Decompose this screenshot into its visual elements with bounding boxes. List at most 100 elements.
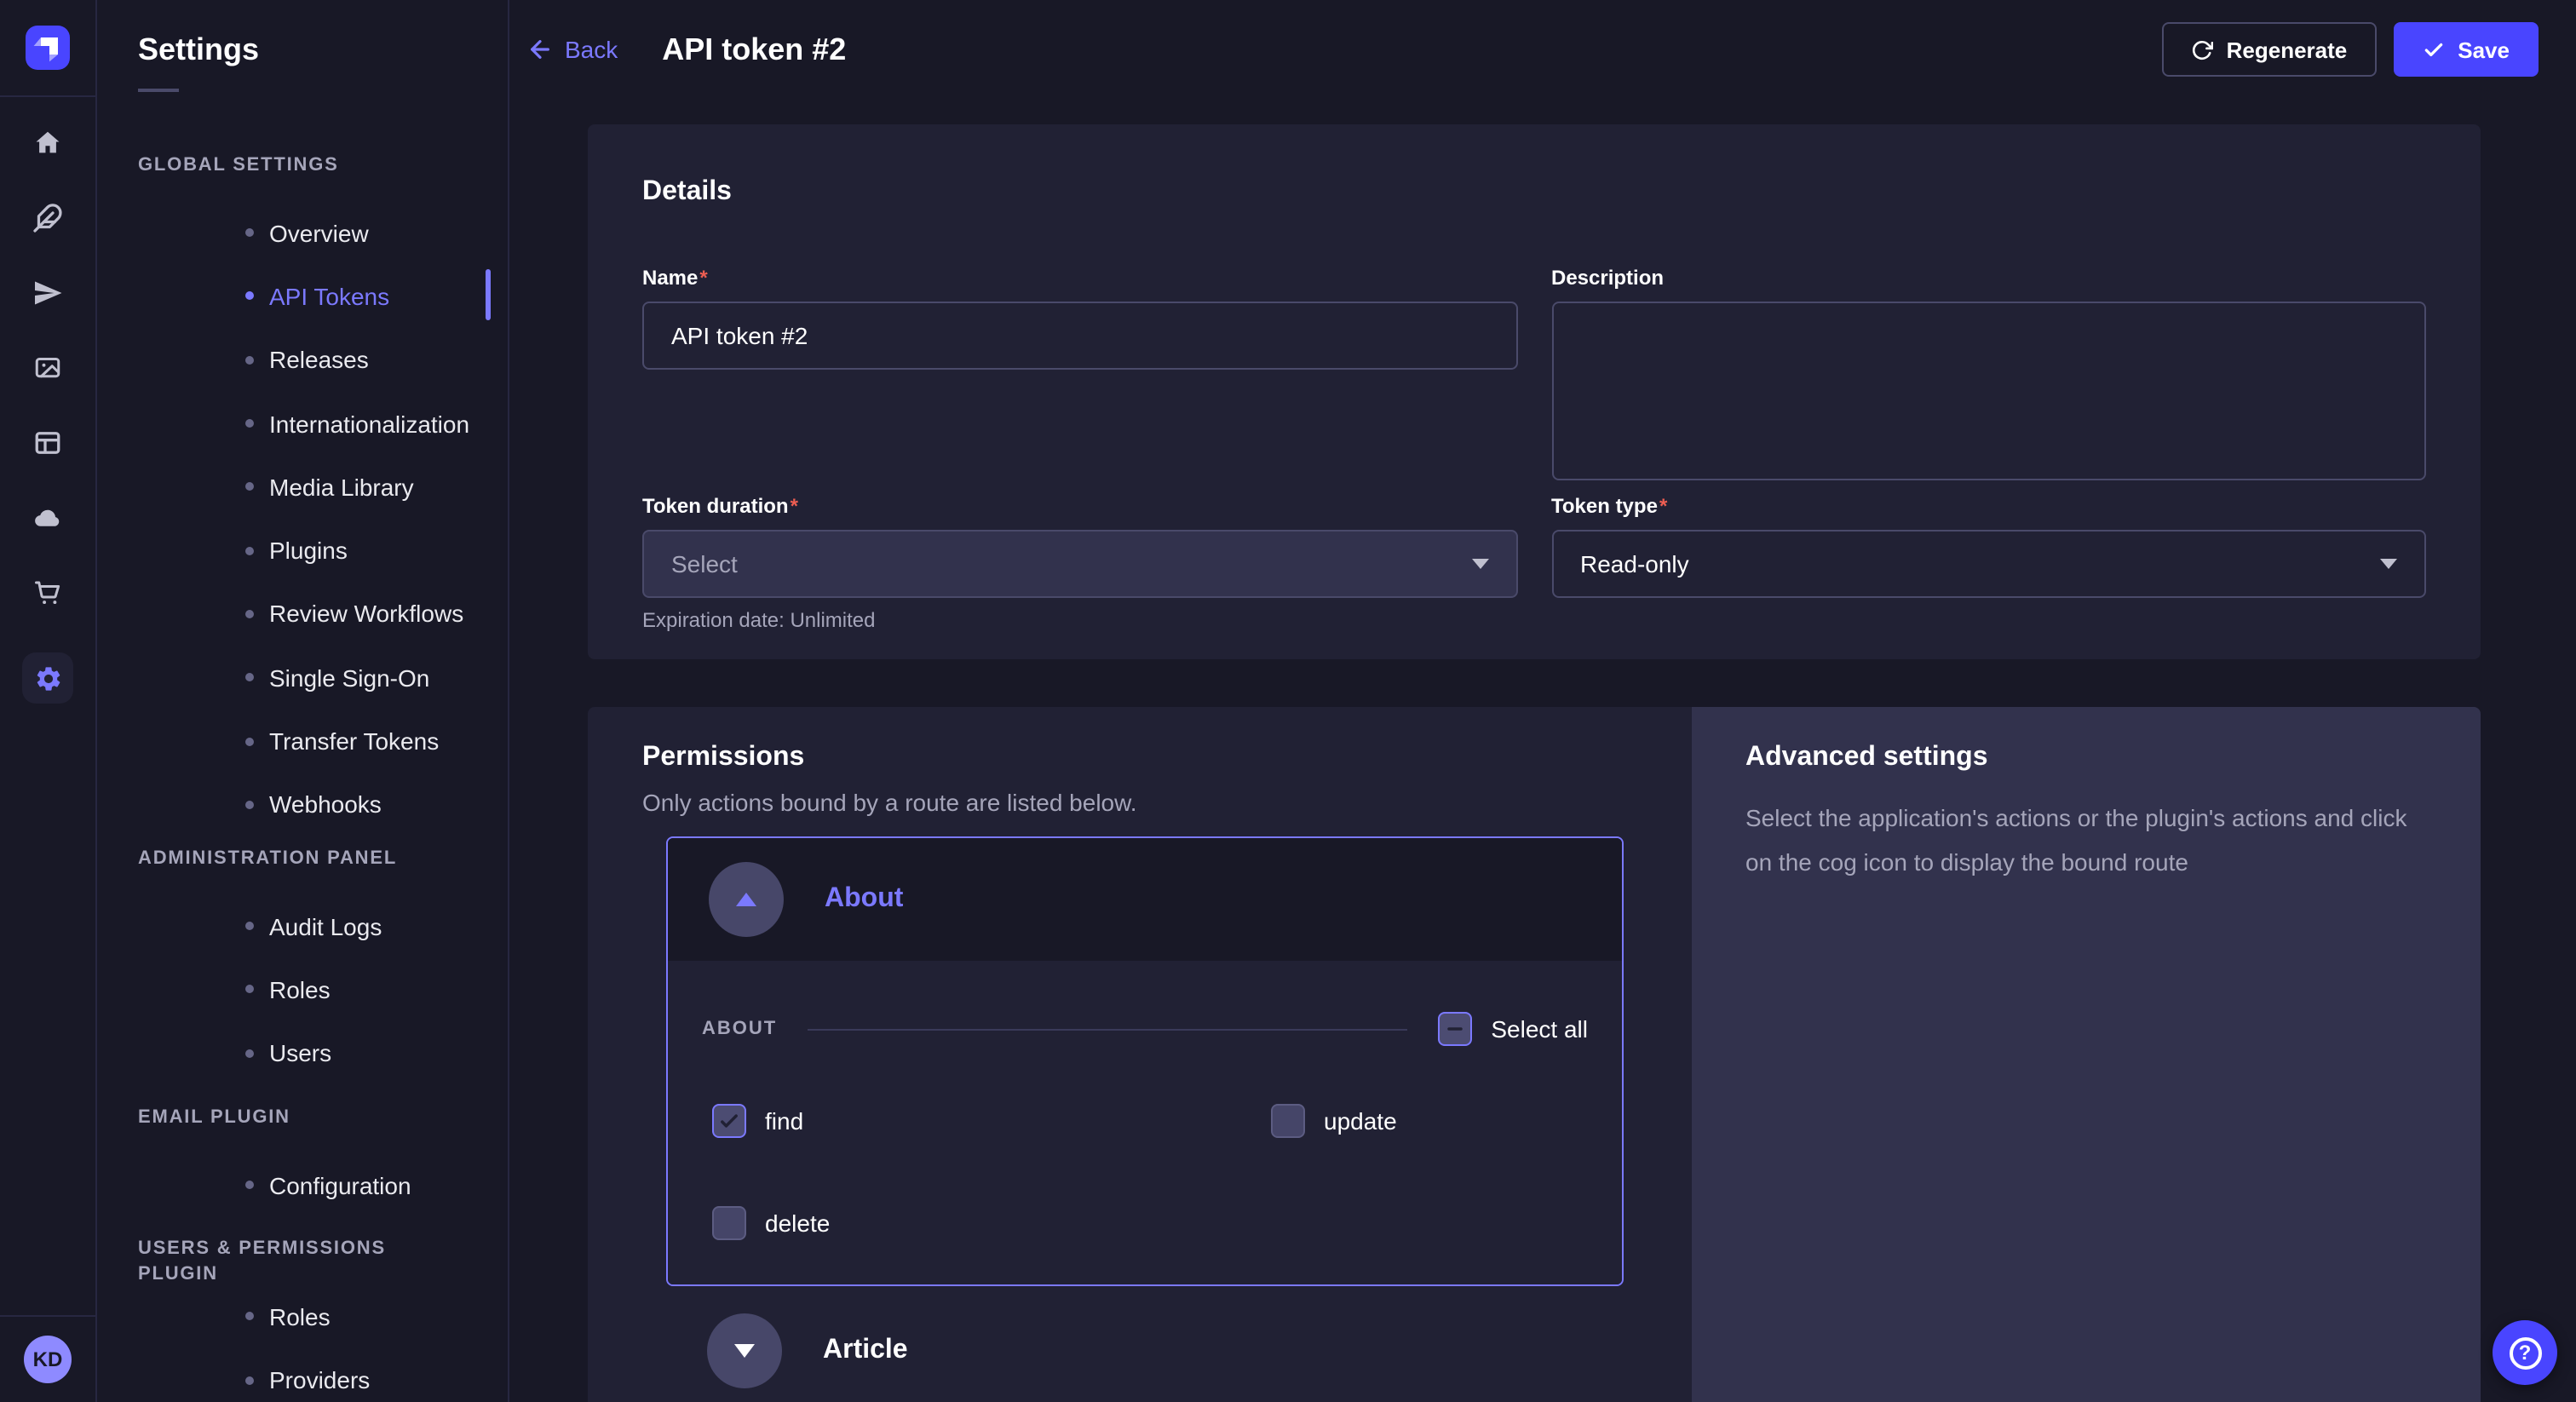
app-window: KD Settings GLOBAL SETTINGS Overview API… <box>0 0 2576 1402</box>
bullet-icon <box>245 1181 254 1189</box>
select-all-label: Select all <box>1491 1015 1588 1043</box>
sidebar-item-label: Configuration <box>269 1171 411 1198</box>
sidebar-item-audit-logs[interactable]: Audit Logs <box>97 894 507 958</box>
token-type-value: Read-only <box>1580 549 1689 577</box>
bullet-icon <box>245 228 254 237</box>
page-header: Back API token #2 Regenerate Save <box>509 0 2576 99</box>
sidebar-item-label: Overview <box>269 219 369 246</box>
details-card: Details Name* Description Token duration… <box>588 124 2481 658</box>
indeterminate-dash-icon <box>1443 1017 1467 1041</box>
strapi-logo-icon <box>26 26 70 70</box>
description-textarea[interactable] <box>1551 301 2426 480</box>
question-mark-icon: ? <box>2509 1336 2541 1369</box>
update-checkbox[interactable] <box>1271 1104 1305 1138</box>
description-label: Description <box>1551 265 2426 290</box>
back-label: Back <box>565 36 618 63</box>
bullet-icon <box>245 1376 254 1384</box>
settings-gear-icon-active[interactable] <box>22 652 73 704</box>
sidebar-item-label: Webhooks <box>269 791 382 819</box>
sidebar-item-admin-roles[interactable]: Roles <box>97 958 507 1022</box>
sidebar-item-overview[interactable]: Overview <box>97 201 507 265</box>
collapse-toggle-button[interactable] <box>709 862 784 937</box>
sidebar-item-media-library[interactable]: Media Library <box>97 455 507 519</box>
token-duration-value: Select <box>671 549 738 577</box>
token-type-select[interactable]: Read-only <box>1551 529 2426 597</box>
chevron-down-icon <box>1471 558 1488 568</box>
sidebar-item-api-tokens[interactable]: API Tokens <box>97 265 507 329</box>
app-icon-rail: KD <box>0 0 97 1402</box>
select-all-checkbox[interactable] <box>1438 1012 1472 1046</box>
accordion-article: Article <box>666 1300 1624 1402</box>
sidebar-item-label: Audit Logs <box>269 912 382 939</box>
cart-icon[interactable] <box>32 577 63 608</box>
delete-label: delete <box>765 1210 830 1237</box>
required-asterisk: * <box>791 493 798 517</box>
sidebar-item-plugins[interactable]: Plugins <box>97 519 507 583</box>
accordion-about-header[interactable]: About <box>668 838 1622 961</box>
sidebar-item-webhooks[interactable]: Webhooks <box>97 773 507 836</box>
settings-sidebar: Settings GLOBAL SETTINGS Overview API To… <box>97 0 509 1402</box>
section-label-users-permissions-plugin: USERS & PERMISSIONS PLUGIN <box>97 1237 507 1262</box>
bullet-icon <box>245 801 254 809</box>
bullet-icon <box>245 922 254 930</box>
sidebar-item-label: API Tokens <box>269 283 389 310</box>
section-label-global-settings: GLOBAL SETTINGS <box>97 153 507 179</box>
sidebar-item-email-configuration[interactable]: Configuration <box>97 1153 507 1217</box>
sidebar-item-single-sign-on[interactable]: Single Sign-On <box>97 646 507 710</box>
details-title: Details <box>642 175 2426 207</box>
divider-line <box>808 1028 1407 1030</box>
save-button[interactable]: Save <box>2393 22 2539 77</box>
home-icon[interactable] <box>32 128 63 158</box>
bullet-icon <box>245 546 254 554</box>
delete-checkbox[interactable] <box>712 1206 746 1240</box>
update-label: update <box>1324 1107 1397 1135</box>
layout-icon[interactable] <box>32 428 63 458</box>
sidebar-item-label: Providers <box>269 1366 370 1393</box>
expand-toggle-button[interactable] <box>707 1313 782 1388</box>
bullet-icon <box>245 673 254 681</box>
regenerate-button[interactable]: Regenerate <box>2162 22 2377 77</box>
paper-plane-icon[interactable] <box>32 278 63 308</box>
sidebar-item-up-providers[interactable]: Providers <box>97 1348 507 1402</box>
bullet-icon <box>245 355 254 364</box>
sidebar-title: Settings <box>138 31 466 68</box>
about-section-label: ABOUT <box>702 1019 777 1039</box>
find-checkbox[interactable] <box>712 1104 746 1138</box>
bullet-icon <box>245 985 254 994</box>
images-icon[interactable] <box>32 353 63 383</box>
strapi-logo-box[interactable] <box>0 0 95 97</box>
main-area: Back API token #2 Regenerate Save Detail… <box>509 0 2576 1402</box>
help-button[interactable]: ? <box>2493 1320 2557 1385</box>
sidebar-item-internationalization[interactable]: Internationalization <box>97 392 507 456</box>
active-item-indicator <box>485 269 490 320</box>
user-avatar[interactable]: KD <box>24 1336 72 1383</box>
bullet-icon <box>245 292 254 301</box>
sidebar-item-label: Plugins <box>269 537 348 564</box>
feather-icon[interactable] <box>32 203 63 233</box>
sidebar-item-transfer-tokens[interactable]: Transfer Tokens <box>97 710 507 773</box>
sidebar-item-releases[interactable]: Releases <box>97 328 507 392</box>
sidebar-item-label: Releases <box>269 346 369 373</box>
section-label-email-plugin: EMAIL PLUGIN <box>97 1106 507 1131</box>
name-input[interactable] <box>642 301 1517 369</box>
sidebar-item-review-workflows[interactable]: Review Workflows <box>97 583 507 646</box>
sidebar-item-up-roles[interactable]: Roles <box>97 1284 507 1348</box>
refresh-icon <box>2191 38 2213 60</box>
bullet-icon <box>245 1313 254 1321</box>
permissions-card: Permissions Only actions bound by a rout… <box>588 707 1691 1402</box>
sidebar-item-admin-users[interactable]: Users <box>97 1021 507 1085</box>
advanced-settings-description: Select the application's actions or the … <box>1745 796 2426 884</box>
cloud-icon[interactable] <box>32 503 63 533</box>
section-label-administration-panel: ADMINISTRATION PANEL <box>97 847 507 872</box>
token-type-label: Token type* <box>1551 493 2426 519</box>
permission-action-delete: delete <box>712 1206 1271 1240</box>
token-duration-select[interactable]: Select <box>642 529 1517 597</box>
permission-action-update: update <box>1271 1104 1588 1138</box>
page-title: API token #2 <box>662 32 846 67</box>
token-duration-label: Token duration* <box>642 493 1517 519</box>
advanced-settings-panel: Advanced settings Select the application… <box>1691 707 2481 1402</box>
check-icon <box>717 1109 741 1133</box>
back-link[interactable]: Back <box>526 36 618 63</box>
accordion-article-header[interactable]: Article <box>666 1300 1624 1402</box>
advanced-settings-title: Advanced settings <box>1745 741 2426 773</box>
